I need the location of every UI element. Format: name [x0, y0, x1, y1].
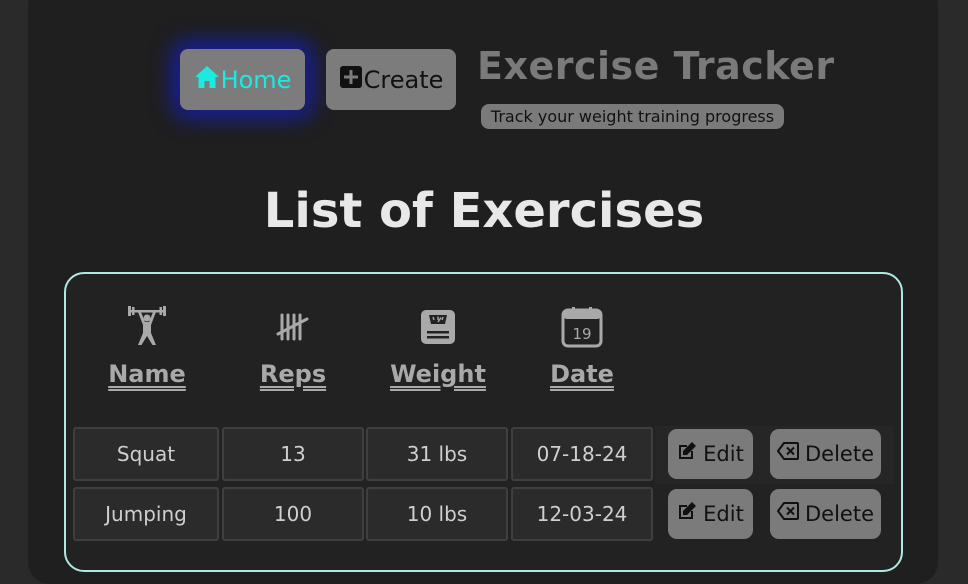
edit-button-label: Edit [703, 502, 744, 526]
column-header-date: 19 Date [511, 306, 653, 388]
weightlifter-icon [76, 306, 218, 348]
edit-icon [677, 441, 697, 461]
table-cell-weight: 31 lbs [366, 427, 508, 481]
nav-create-label: Create [363, 65, 444, 94]
scale-icon [367, 306, 509, 348]
delete-button-label: Delete [805, 442, 874, 466]
page-heading: List of Exercises [263, 183, 705, 239]
delete-button[interactable]: Delete [770, 489, 881, 539]
backspace-icon [777, 442, 799, 460]
home-icon [194, 65, 220, 89]
column-header-name-label: Name [108, 360, 186, 388]
delete-button-label: Delete [805, 502, 874, 526]
table-cell-name: Squat [73, 427, 219, 481]
calendar-icon: 19 [511, 306, 653, 348]
calendar-icon-day: 19 [572, 325, 591, 343]
column-header-reps-label: Reps [259, 360, 327, 388]
table-cell-reps: 100 [222, 487, 364, 541]
edit-icon [677, 501, 697, 521]
plus-square-icon [339, 65, 363, 89]
column-header-date-label: Date [550, 360, 614, 388]
edit-button[interactable]: Edit [668, 489, 753, 539]
column-header-weight-label: Weight [390, 360, 486, 388]
nav-create-button[interactable]: Create [326, 49, 456, 110]
column-header-reps: Reps [222, 306, 364, 388]
edit-button[interactable]: Edit [668, 429, 753, 479]
backspace-icon [777, 502, 799, 520]
delete-button[interactable]: Delete [770, 429, 881, 479]
app-subtitle: Track your weight training progress [481, 104, 784, 129]
table-cell-weight: 10 lbs [366, 487, 508, 541]
table-cell-date: 12-03-24 [511, 487, 653, 541]
table-cell-reps: 13 [222, 427, 364, 481]
nav-home-label: Home [220, 65, 292, 94]
tally-marks-icon [222, 306, 364, 348]
column-header-weight: Weight [367, 306, 509, 388]
nav-home-button[interactable]: Home [180, 49, 305, 110]
edit-button-label: Edit [703, 442, 744, 466]
column-header-name: Name [76, 306, 218, 388]
table-cell-name: Jumping [73, 487, 219, 541]
table-cell-date: 07-18-24 [511, 427, 653, 481]
app-title: Exercise Tracker [477, 44, 835, 88]
